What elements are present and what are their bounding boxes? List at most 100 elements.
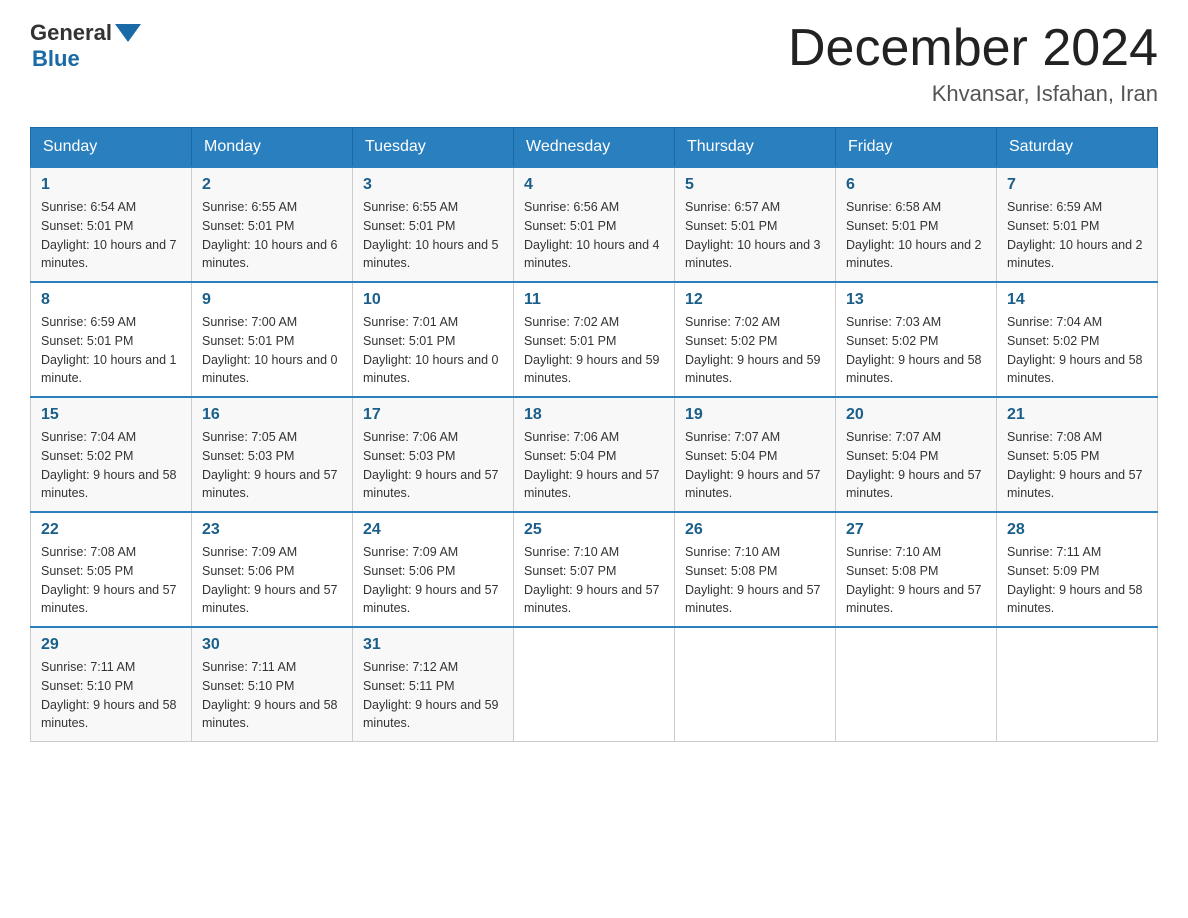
table-row: 15 Sunrise: 7:04 AMSunset: 5:02 PMDaylig… <box>31 397 192 512</box>
table-row: 12 Sunrise: 7:02 AMSunset: 5:02 PMDaylig… <box>675 282 836 397</box>
calendar-week-3: 15 Sunrise: 7:04 AMSunset: 5:02 PMDaylig… <box>31 397 1158 512</box>
day-number: 18 <box>524 406 664 424</box>
day-info: Sunrise: 7:02 AMSunset: 5:02 PMDaylight:… <box>685 315 821 385</box>
calendar-week-1: 1 Sunrise: 6:54 AMSunset: 5:01 PMDayligh… <box>31 167 1158 282</box>
day-info: Sunrise: 7:01 AMSunset: 5:01 PMDaylight:… <box>363 315 499 385</box>
day-info: Sunrise: 7:08 AMSunset: 5:05 PMDaylight:… <box>41 545 177 615</box>
day-number: 9 <box>202 291 342 309</box>
day-number: 27 <box>846 521 986 539</box>
col-saturday: Saturday <box>997 128 1158 168</box>
day-number: 31 <box>363 636 503 654</box>
day-info: Sunrise: 6:59 AMSunset: 5:01 PMDaylight:… <box>1007 200 1143 270</box>
day-number: 26 <box>685 521 825 539</box>
table-row: 1 Sunrise: 6:54 AMSunset: 5:01 PMDayligh… <box>31 167 192 282</box>
day-number: 30 <box>202 636 342 654</box>
day-info: Sunrise: 7:08 AMSunset: 5:05 PMDaylight:… <box>1007 430 1143 500</box>
day-number: 11 <box>524 291 664 309</box>
day-info: Sunrise: 7:02 AMSunset: 5:01 PMDaylight:… <box>524 315 660 385</box>
col-tuesday: Tuesday <box>353 128 514 168</box>
table-row: 29 Sunrise: 7:11 AMSunset: 5:10 PMDaylig… <box>31 627 192 742</box>
table-row: 2 Sunrise: 6:55 AMSunset: 5:01 PMDayligh… <box>192 167 353 282</box>
day-info: Sunrise: 7:11 AMSunset: 5:10 PMDaylight:… <box>202 660 338 730</box>
day-number: 17 <box>363 406 503 424</box>
day-info: Sunrise: 7:10 AMSunset: 5:08 PMDaylight:… <box>846 545 982 615</box>
day-info: Sunrise: 6:55 AMSunset: 5:01 PMDaylight:… <box>363 200 499 270</box>
table-row: 11 Sunrise: 7:02 AMSunset: 5:01 PMDaylig… <box>514 282 675 397</box>
day-number: 23 <box>202 521 342 539</box>
day-number: 4 <box>524 176 664 194</box>
day-info: Sunrise: 7:07 AMSunset: 5:04 PMDaylight:… <box>685 430 821 500</box>
logo-blue-text: Blue <box>32 46 80 72</box>
day-number: 1 <box>41 176 181 194</box>
day-info: Sunrise: 6:58 AMSunset: 5:01 PMDaylight:… <box>846 200 982 270</box>
day-number: 25 <box>524 521 664 539</box>
calendar-table: Sunday Monday Tuesday Wednesday Thursday… <box>30 127 1158 742</box>
day-number: 14 <box>1007 291 1147 309</box>
table-row <box>836 627 997 742</box>
table-row: 17 Sunrise: 7:06 AMSunset: 5:03 PMDaylig… <box>353 397 514 512</box>
day-info: Sunrise: 6:59 AMSunset: 5:01 PMDaylight:… <box>41 315 177 385</box>
day-info: Sunrise: 6:54 AMSunset: 5:01 PMDaylight:… <box>41 200 177 270</box>
page-header: General Blue December 2024 Khvansar, Isf… <box>30 20 1158 107</box>
day-info: Sunrise: 7:03 AMSunset: 5:02 PMDaylight:… <box>846 315 982 385</box>
day-info: Sunrise: 7:06 AMSunset: 5:03 PMDaylight:… <box>363 430 499 500</box>
day-info: Sunrise: 7:07 AMSunset: 5:04 PMDaylight:… <box>846 430 982 500</box>
calendar-header-row: Sunday Monday Tuesday Wednesday Thursday… <box>31 128 1158 168</box>
table-row <box>514 627 675 742</box>
table-row: 6 Sunrise: 6:58 AMSunset: 5:01 PMDayligh… <box>836 167 997 282</box>
day-info: Sunrise: 7:12 AMSunset: 5:11 PMDaylight:… <box>363 660 499 730</box>
day-number: 28 <box>1007 521 1147 539</box>
day-number: 29 <box>41 636 181 654</box>
col-monday: Monday <box>192 128 353 168</box>
table-row: 30 Sunrise: 7:11 AMSunset: 5:10 PMDaylig… <box>192 627 353 742</box>
table-row: 13 Sunrise: 7:03 AMSunset: 5:02 PMDaylig… <box>836 282 997 397</box>
month-title: December 2024 <box>788 20 1158 77</box>
day-info: Sunrise: 7:11 AMSunset: 5:09 PMDaylight:… <box>1007 545 1143 615</box>
day-info: Sunrise: 7:05 AMSunset: 5:03 PMDaylight:… <box>202 430 338 500</box>
day-number: 21 <box>1007 406 1147 424</box>
table-row <box>997 627 1158 742</box>
day-number: 13 <box>846 291 986 309</box>
calendar-week-4: 22 Sunrise: 7:08 AMSunset: 5:05 PMDaylig… <box>31 512 1158 627</box>
col-wednesday: Wednesday <box>514 128 675 168</box>
day-info: Sunrise: 6:57 AMSunset: 5:01 PMDaylight:… <box>685 200 821 270</box>
day-info: Sunrise: 7:06 AMSunset: 5:04 PMDaylight:… <box>524 430 660 500</box>
day-number: 16 <box>202 406 342 424</box>
table-row: 16 Sunrise: 7:05 AMSunset: 5:03 PMDaylig… <box>192 397 353 512</box>
calendar-week-2: 8 Sunrise: 6:59 AMSunset: 5:01 PMDayligh… <box>31 282 1158 397</box>
table-row: 19 Sunrise: 7:07 AMSunset: 5:04 PMDaylig… <box>675 397 836 512</box>
day-number: 8 <box>41 291 181 309</box>
day-info: Sunrise: 7:10 AMSunset: 5:07 PMDaylight:… <box>524 545 660 615</box>
day-number: 12 <box>685 291 825 309</box>
table-row: 21 Sunrise: 7:08 AMSunset: 5:05 PMDaylig… <box>997 397 1158 512</box>
day-info: Sunrise: 7:09 AMSunset: 5:06 PMDaylight:… <box>363 545 499 615</box>
day-number: 10 <box>363 291 503 309</box>
day-number: 19 <box>685 406 825 424</box>
day-number: 24 <box>363 521 503 539</box>
logo-general-text: General <box>30 20 112 46</box>
day-number: 15 <box>41 406 181 424</box>
table-row: 3 Sunrise: 6:55 AMSunset: 5:01 PMDayligh… <box>353 167 514 282</box>
day-number: 20 <box>846 406 986 424</box>
day-info: Sunrise: 7:10 AMSunset: 5:08 PMDaylight:… <box>685 545 821 615</box>
table-row <box>675 627 836 742</box>
day-info: Sunrise: 7:04 AMSunset: 5:02 PMDaylight:… <box>1007 315 1143 385</box>
table-row: 22 Sunrise: 7:08 AMSunset: 5:05 PMDaylig… <box>31 512 192 627</box>
table-row: 10 Sunrise: 7:01 AMSunset: 5:01 PMDaylig… <box>353 282 514 397</box>
location-subtitle: Khvansar, Isfahan, Iran <box>788 81 1158 107</box>
day-info: Sunrise: 7:00 AMSunset: 5:01 PMDaylight:… <box>202 315 338 385</box>
col-sunday: Sunday <box>31 128 192 168</box>
table-row: 18 Sunrise: 7:06 AMSunset: 5:04 PMDaylig… <box>514 397 675 512</box>
logo: General Blue <box>30 20 141 72</box>
day-info: Sunrise: 7:11 AMSunset: 5:10 PMDaylight:… <box>41 660 177 730</box>
day-number: 6 <box>846 176 986 194</box>
day-info: Sunrise: 7:09 AMSunset: 5:06 PMDaylight:… <box>202 545 338 615</box>
col-thursday: Thursday <box>675 128 836 168</box>
table-row: 27 Sunrise: 7:10 AMSunset: 5:08 PMDaylig… <box>836 512 997 627</box>
logo-triangle-icon <box>115 20 141 46</box>
table-row: 25 Sunrise: 7:10 AMSunset: 5:07 PMDaylig… <box>514 512 675 627</box>
table-row: 31 Sunrise: 7:12 AMSunset: 5:11 PMDaylig… <box>353 627 514 742</box>
table-row: 26 Sunrise: 7:10 AMSunset: 5:08 PMDaylig… <box>675 512 836 627</box>
table-row: 20 Sunrise: 7:07 AMSunset: 5:04 PMDaylig… <box>836 397 997 512</box>
table-row: 28 Sunrise: 7:11 AMSunset: 5:09 PMDaylig… <box>997 512 1158 627</box>
